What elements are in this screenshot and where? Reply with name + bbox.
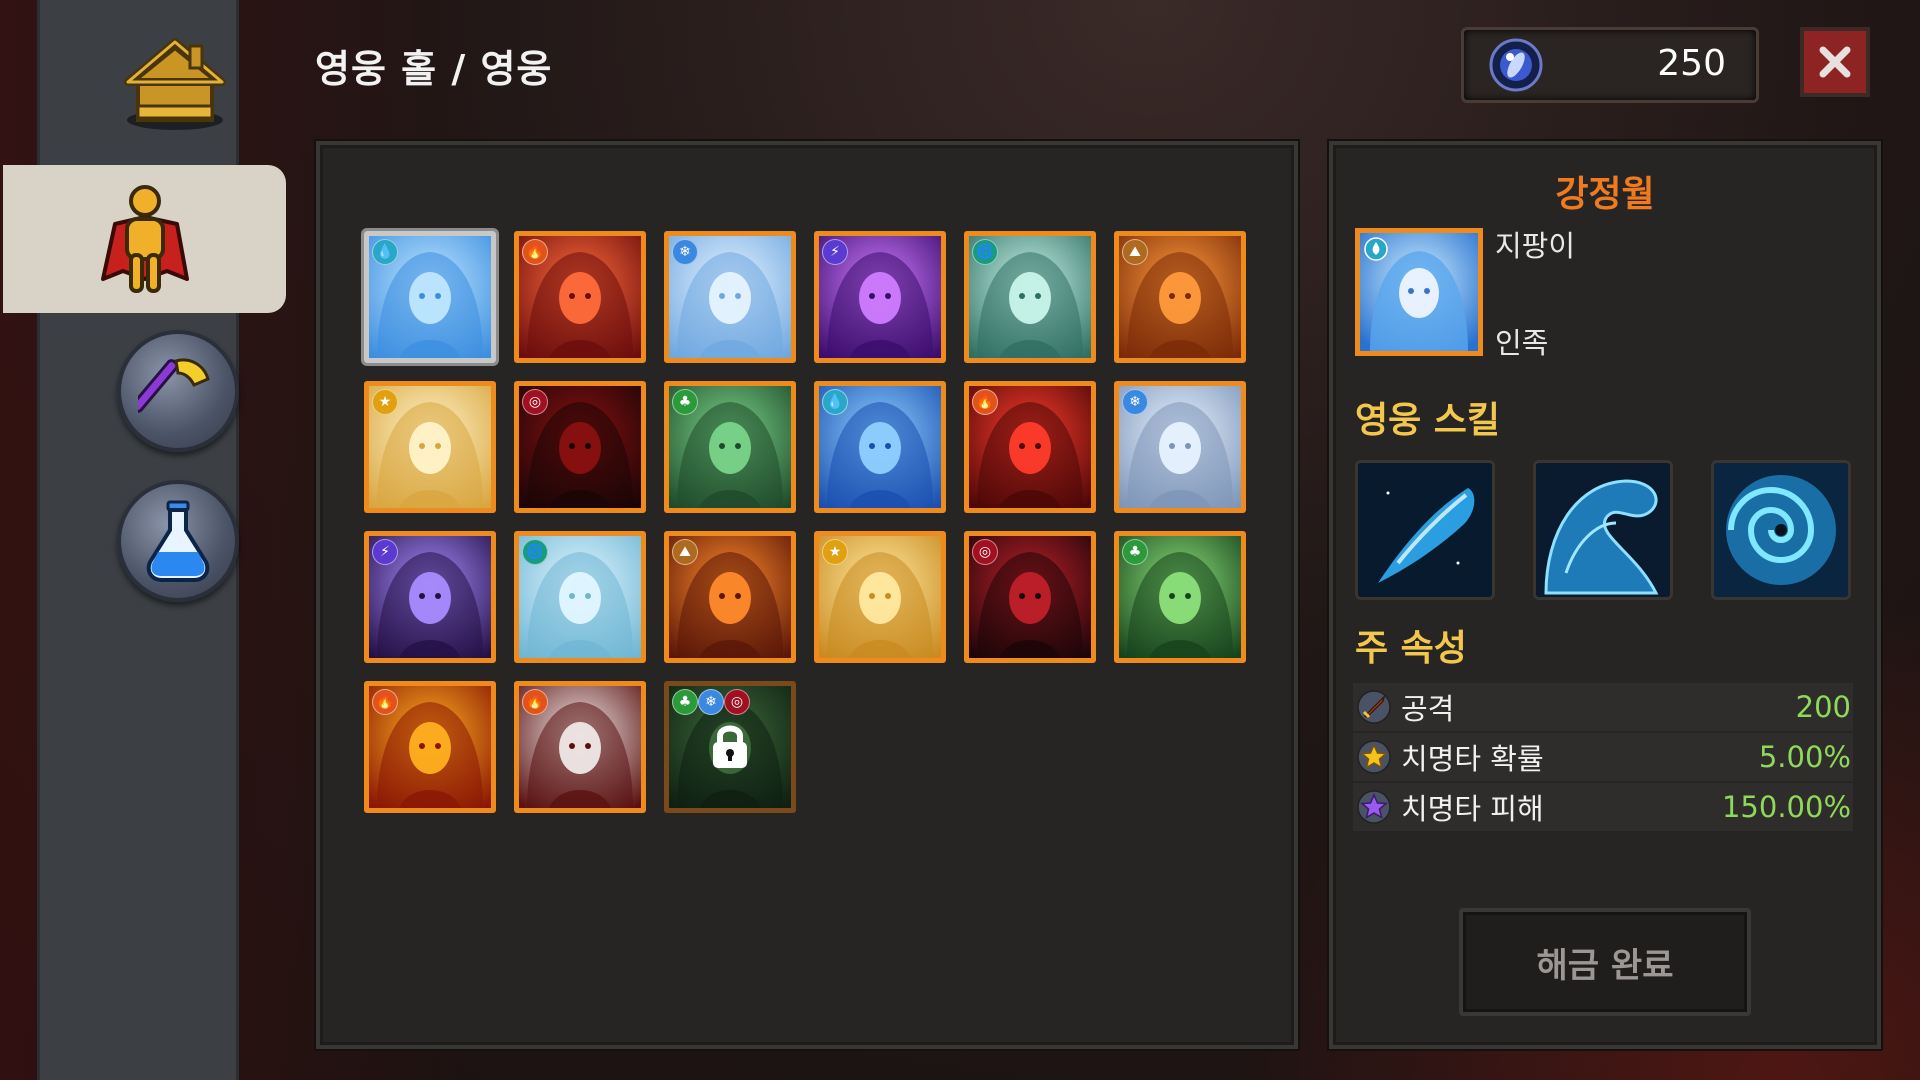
hero-card[interactable]: 🌀	[514, 531, 646, 663]
hero-card[interactable]: ⚡	[364, 531, 496, 663]
fire-element-icon: 🔥	[522, 239, 548, 265]
star-gold-icon	[1357, 740, 1391, 774]
hero-detail-panel: 강정월 지팡이 인족 영웅 스킬 주 속성 공격 200 치명타 확률 5.00…	[1329, 141, 1881, 1049]
hero-card[interactable]: ⛰	[1114, 231, 1246, 363]
hero-portrait-image	[1360, 233, 1478, 351]
home-button[interactable]	[120, 28, 230, 138]
water-comet-icon	[1358, 463, 1492, 597]
currency-display: 250	[1461, 27, 1759, 103]
stat-label: 공격	[1401, 692, 1455, 726]
sidebar-item-equipment[interactable]	[117, 330, 239, 452]
stat-value: 200	[1795, 690, 1851, 724]
hero-card[interactable]: ◎	[514, 381, 646, 513]
nature-element-icon: ♣	[1122, 539, 1148, 565]
hero-card[interactable]: 🔥	[364, 681, 496, 813]
hero-card[interactable]: ◎	[964, 531, 1096, 663]
fire-element-icon: 🔥	[972, 389, 998, 415]
house-icon	[124, 38, 226, 130]
stat-value: 150.00%	[1721, 790, 1851, 824]
fire-element-icon: 🔥	[372, 689, 398, 715]
hero-card[interactable]: 🔥	[514, 231, 646, 363]
hero-portrait	[1355, 228, 1483, 356]
unlock-complete-button[interactable]: 해금 완료	[1459, 908, 1751, 1016]
skills-title: 영웅 스킬	[1355, 400, 1501, 441]
close-icon	[1819, 46, 1851, 78]
hero-card[interactable]: 🔥	[964, 381, 1096, 513]
water-wave-icon	[1536, 463, 1670, 597]
ice-element-icon: ❄	[672, 239, 698, 265]
skill-slot-3[interactable]	[1711, 460, 1851, 600]
currency-amount: 250	[1657, 43, 1726, 84]
lightning-element-icon: ⚡	[372, 539, 398, 565]
hero-card[interactable]: ⛰	[664, 531, 796, 663]
hero-card[interactable]: ♣ ❄ ◎	[664, 681, 796, 813]
nature-element-icon: ♣	[672, 389, 698, 415]
light-element-icon: ★	[822, 539, 848, 565]
water-element-icon: 💧	[822, 389, 848, 415]
dark-element-icon: ◎	[972, 539, 998, 565]
stat-row-crit-rate: 치명타 확률 5.00%	[1353, 733, 1853, 781]
hero-card[interactable]: ❄	[664, 231, 796, 363]
hero-card[interactable]: 🌀	[964, 231, 1096, 363]
lightning-element-icon: ⚡	[822, 239, 848, 265]
hero-grid-panel: 💧 🔥 ❄ ⚡ 🌀 ⛰ ★ ◎ ♣ 💧 🔥 ❄ ⚡ 🌀 ⛰ ★ ◎ ♣ 🔥 🔥 ♣ ❄ ◎	[316, 141, 1298, 1049]
earth-element-icon: ⛰	[672, 539, 698, 565]
gem-icon	[1489, 38, 1543, 92]
hero-card[interactable]: ♣	[1114, 531, 1246, 663]
wind-element-icon: 🌀	[972, 239, 998, 265]
stat-row-attack: 공격 200	[1353, 683, 1853, 731]
stat-value: 5.00%	[1758, 740, 1851, 774]
hero-class: 지팡이	[1495, 229, 1576, 263]
stat-row-crit-damage: 치명타 피해 150.00%	[1353, 783, 1853, 831]
wind-element-icon: 🌀	[522, 539, 548, 565]
nature-element-icon: ♣	[672, 689, 698, 715]
earth-element-icon: ⛰	[1122, 239, 1148, 265]
light-element-icon: ★	[372, 389, 398, 415]
hero-card[interactable]: 🔥	[514, 681, 646, 813]
page-title: 영웅 홀 / 영웅	[315, 47, 553, 91]
close-button[interactable]	[1800, 27, 1870, 97]
water-element-icon: 💧	[372, 239, 398, 265]
sword-icon	[1357, 690, 1391, 724]
hero-card[interactable]: ♣	[664, 381, 796, 513]
sidebar-item-heroes[interactable]	[3, 165, 286, 313]
hero-icon	[100, 185, 189, 293]
star-purple-icon	[1357, 790, 1391, 824]
sidebar-item-potions[interactable]	[117, 480, 239, 602]
hero-card[interactable]: ⚡	[814, 231, 946, 363]
axe-icon	[138, 358, 210, 413]
ice-element-icon: ❄	[1122, 389, 1148, 415]
lock-icon	[713, 725, 747, 768]
skill-slot-2[interactable]	[1533, 460, 1673, 600]
hero-card[interactable]: 💧	[364, 231, 496, 363]
hero-card[interactable]: ❄	[1114, 381, 1246, 513]
dark-element-icon: ◎	[724, 689, 750, 715]
fire-element-icon: 🔥	[522, 689, 548, 715]
potion-icon	[146, 500, 210, 582]
water-vortex-icon	[1714, 463, 1848, 597]
hero-card[interactable]: ★	[814, 531, 946, 663]
hero-card[interactable]: ★	[364, 381, 496, 513]
sidebar	[3, 0, 286, 1080]
skill-slot-1[interactable]	[1355, 460, 1495, 600]
hero-race: 인족	[1495, 326, 1549, 360]
hero-card[interactable]: 💧	[814, 381, 946, 513]
dark-element-icon: ◎	[522, 389, 548, 415]
stat-label: 치명타 피해	[1401, 792, 1544, 826]
ice-element-icon: ❄	[698, 689, 724, 715]
attributes-title: 주 속성	[1355, 628, 1467, 669]
stat-label: 치명타 확률	[1401, 742, 1544, 776]
hero-name: 강정월	[1555, 174, 1655, 215]
